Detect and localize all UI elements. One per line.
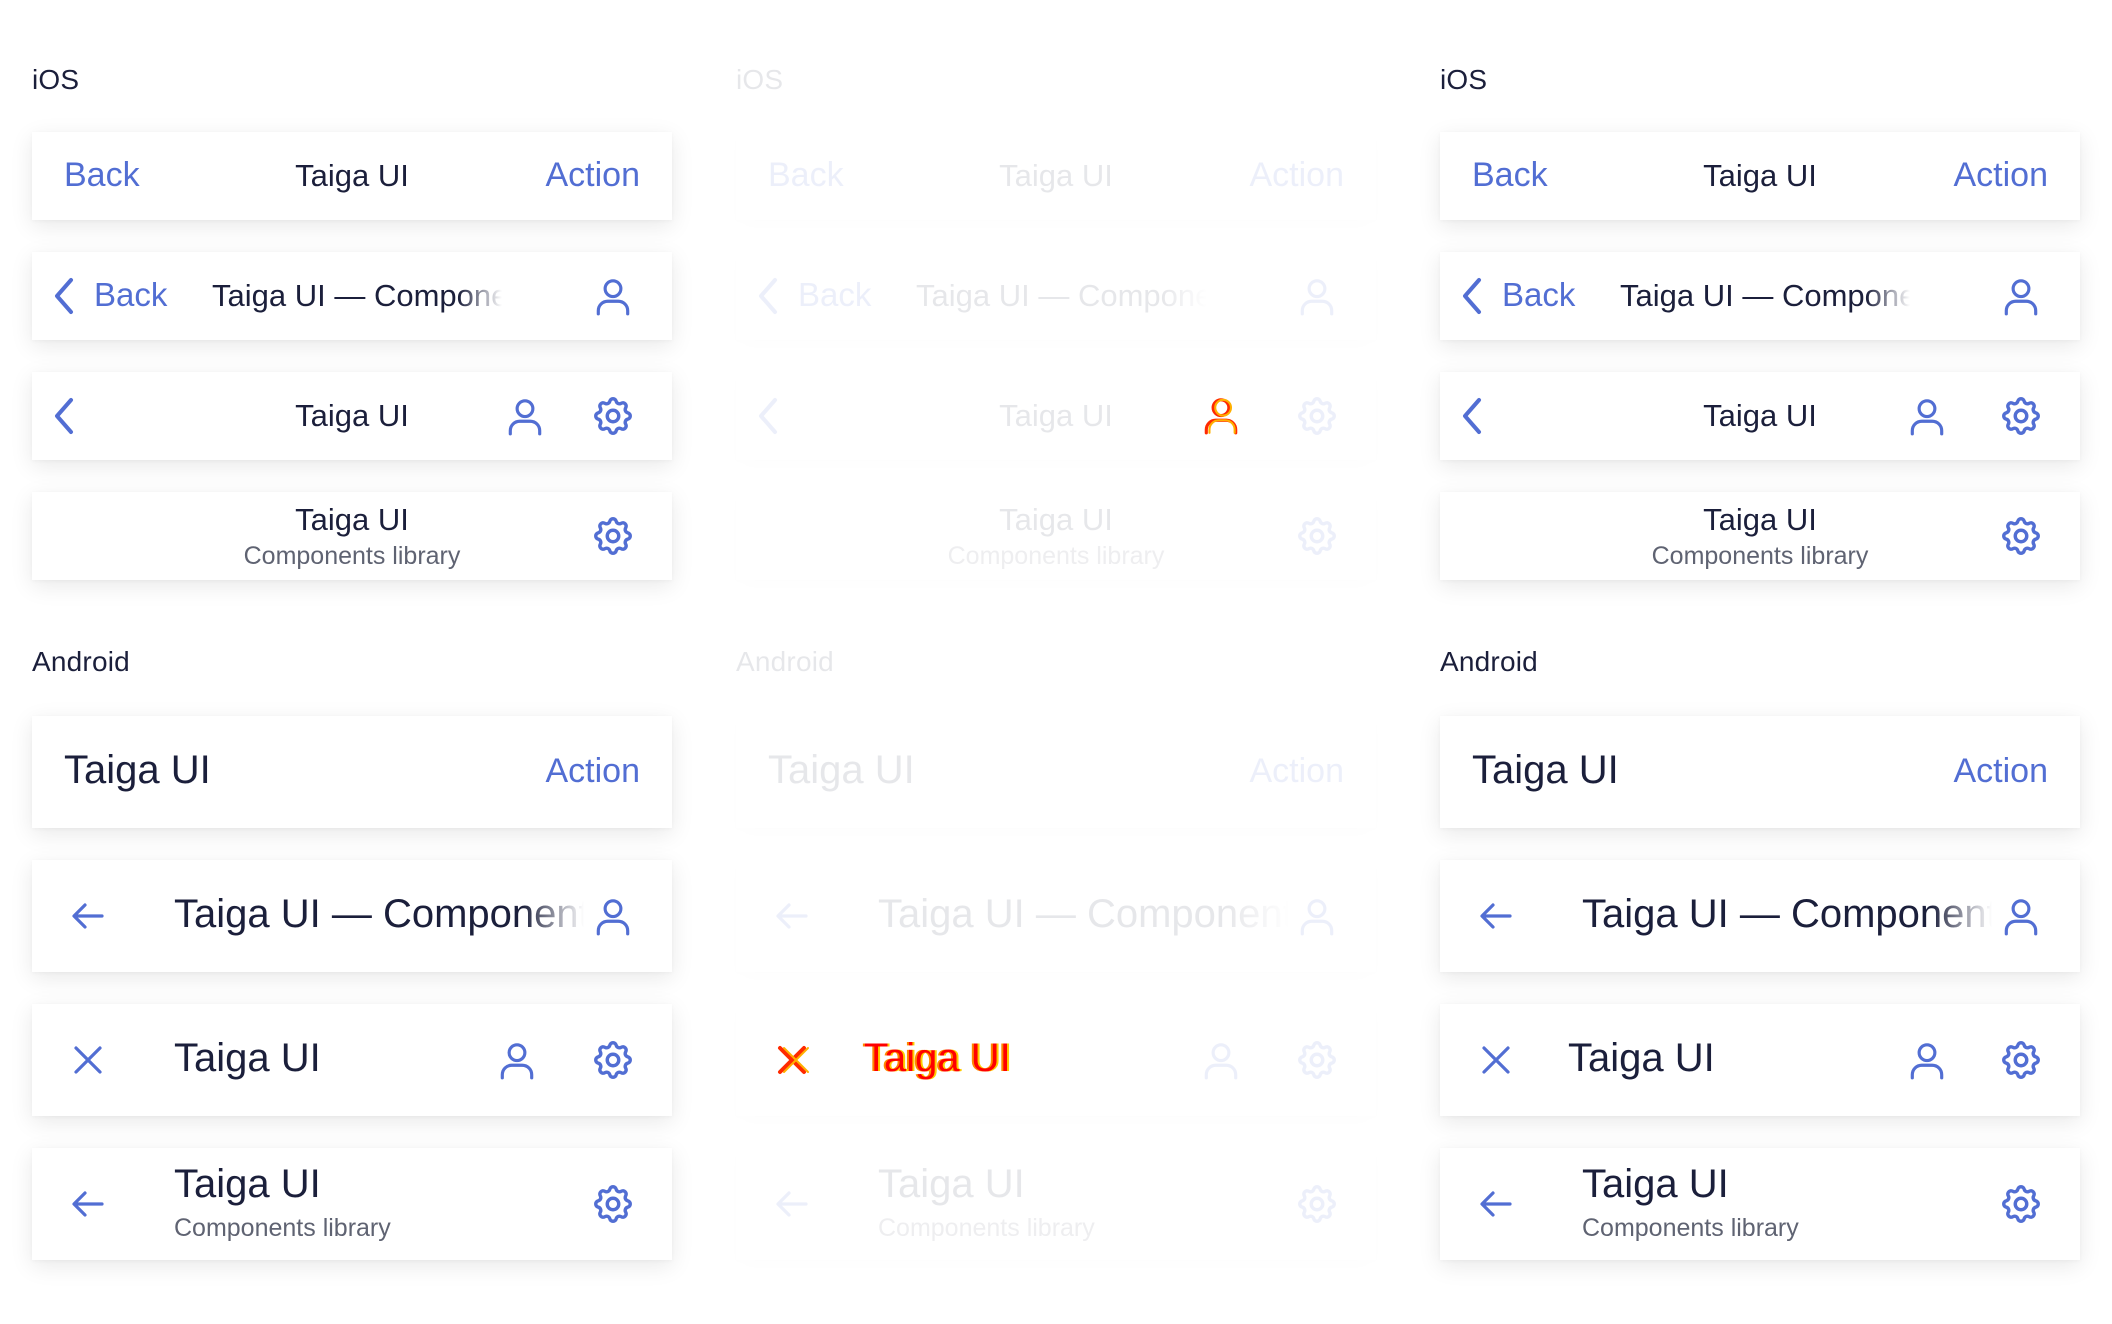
section-label-ios: iOS	[32, 64, 80, 95]
section-label-android: Android	[32, 646, 130, 677]
android-appbar-action: Taiga UI Action	[1440, 716, 2080, 828]
gear-icon[interactable]	[590, 513, 636, 559]
gear-icon[interactable]	[1998, 1181, 2044, 1227]
appbar-title: Taiga UI	[1568, 1036, 1715, 1080]
section-label-ios: iOS	[1440, 64, 1488, 95]
gear-icon[interactable]	[1998, 393, 2044, 439]
appbar-title: Taiga UI	[864, 1036, 1011, 1080]
close-icon[interactable]	[1476, 1040, 1516, 1080]
ios-navbar-text-actions: Back Taiga UI Action	[32, 132, 672, 220]
gear-icon[interactable]	[1998, 1037, 2044, 1083]
ios-navbar-back-long-title: Back Taiga UI — Components	[32, 252, 672, 340]
column-left: iOS Back Taiga UI Action Back Taiga UI —…	[32, 0, 672, 1270]
action-button[interactable]: Action	[1954, 156, 2049, 195]
user-icon[interactable]	[592, 895, 634, 937]
chevron-left-icon[interactable]	[1460, 276, 1484, 316]
android-appbar-close-icons: Taiga UI	[1440, 1004, 2080, 1116]
action-button[interactable]: Action	[1954, 752, 2049, 791]
section-label-android: Android	[1440, 646, 1538, 677]
navbar-title: Taiga UI — Components	[1620, 278, 1910, 313]
render-glitch-overlay: Taiga UI	[736, 0, 1376, 1270]
arrow-left-icon[interactable]	[68, 1184, 108, 1224]
android-appbar-back-long-title: Taiga UI — Components	[1440, 860, 2080, 972]
navbar-title: Taiga UI	[1703, 398, 1817, 433]
gear-icon[interactable]	[590, 1037, 636, 1083]
user-icon[interactable]	[2000, 895, 2042, 937]
appbar-title: Taiga UI	[1472, 748, 1619, 792]
arrow-left-icon[interactable]	[1476, 1184, 1516, 1224]
navbar-title: Taiga UI	[295, 502, 409, 537]
navbar-subtitle: Components library	[243, 542, 461, 570]
back-button[interactable]: Back	[94, 276, 167, 314]
column-right: iOS Back Taiga UI Action Back Taiga UI —…	[1440, 0, 2080, 1270]
ios-navbar-text-actions: Back Taiga UI Action	[1440, 132, 2080, 220]
user-icon[interactable]	[1906, 395, 1948, 437]
gear-icon[interactable]	[1998, 513, 2044, 559]
navbar-title: Taiga UI — Components	[212, 278, 502, 313]
gear-icon[interactable]	[590, 393, 636, 439]
android-appbar-subtitle: Taiga UI Components library	[1440, 1148, 2080, 1260]
android-appbar-subtitle: Taiga UI Components library	[32, 1148, 672, 1260]
android-appbar-action: Taiga UI Action	[32, 716, 672, 828]
ios-navbar-subtitle: Taiga UI Components library	[1440, 492, 2080, 580]
user-icon	[1200, 394, 1242, 441]
chevron-left-icon[interactable]	[52, 276, 76, 316]
user-icon[interactable]	[504, 395, 546, 437]
user-icon[interactable]	[496, 1039, 538, 1081]
close-icon	[772, 1040, 812, 1085]
gear-icon[interactable]	[590, 1181, 636, 1227]
appbar-title: Taiga UI	[174, 1036, 321, 1080]
navbar-title: Taiga UI	[295, 398, 409, 433]
appbar-title: Taiga UI	[174, 1162, 321, 1206]
android-appbar-close-icons: Taiga UI	[32, 1004, 672, 1116]
arrow-left-icon[interactable]	[1476, 896, 1516, 936]
ios-navbar-back-long-title: Back Taiga UI — Components	[1440, 252, 2080, 340]
action-button[interactable]: Action	[546, 752, 641, 791]
action-button[interactable]: Action	[546, 156, 641, 195]
navbar-title: Taiga UI	[1703, 502, 1817, 537]
appbar-title: Taiga UI — Components	[1582, 892, 1992, 936]
user-icon[interactable]	[1906, 1039, 1948, 1081]
ios-navbar-icons: Taiga UI	[1440, 372, 2080, 460]
arrow-left-icon[interactable]	[68, 896, 108, 936]
user-icon[interactable]	[2000, 275, 2042, 317]
ios-navbar-icons: Taiga UI	[32, 372, 672, 460]
user-icon[interactable]	[592, 275, 634, 317]
appbar-title: Taiga UI	[64, 748, 211, 792]
android-appbar-back-long-title: Taiga UI — Components	[32, 860, 672, 972]
appbar-title: Taiga UI — Components	[174, 892, 584, 936]
appbar-title: Taiga UI	[1582, 1162, 1729, 1206]
ios-navbar-subtitle: Taiga UI Components library	[32, 492, 672, 580]
back-button[interactable]: Back	[1502, 276, 1575, 314]
appbar-subtitle: Components library	[1582, 1214, 1799, 1242]
appbar-subtitle: Components library	[174, 1214, 391, 1242]
close-icon[interactable]	[68, 1040, 108, 1080]
navbar-subtitle: Components library	[1651, 542, 1869, 570]
